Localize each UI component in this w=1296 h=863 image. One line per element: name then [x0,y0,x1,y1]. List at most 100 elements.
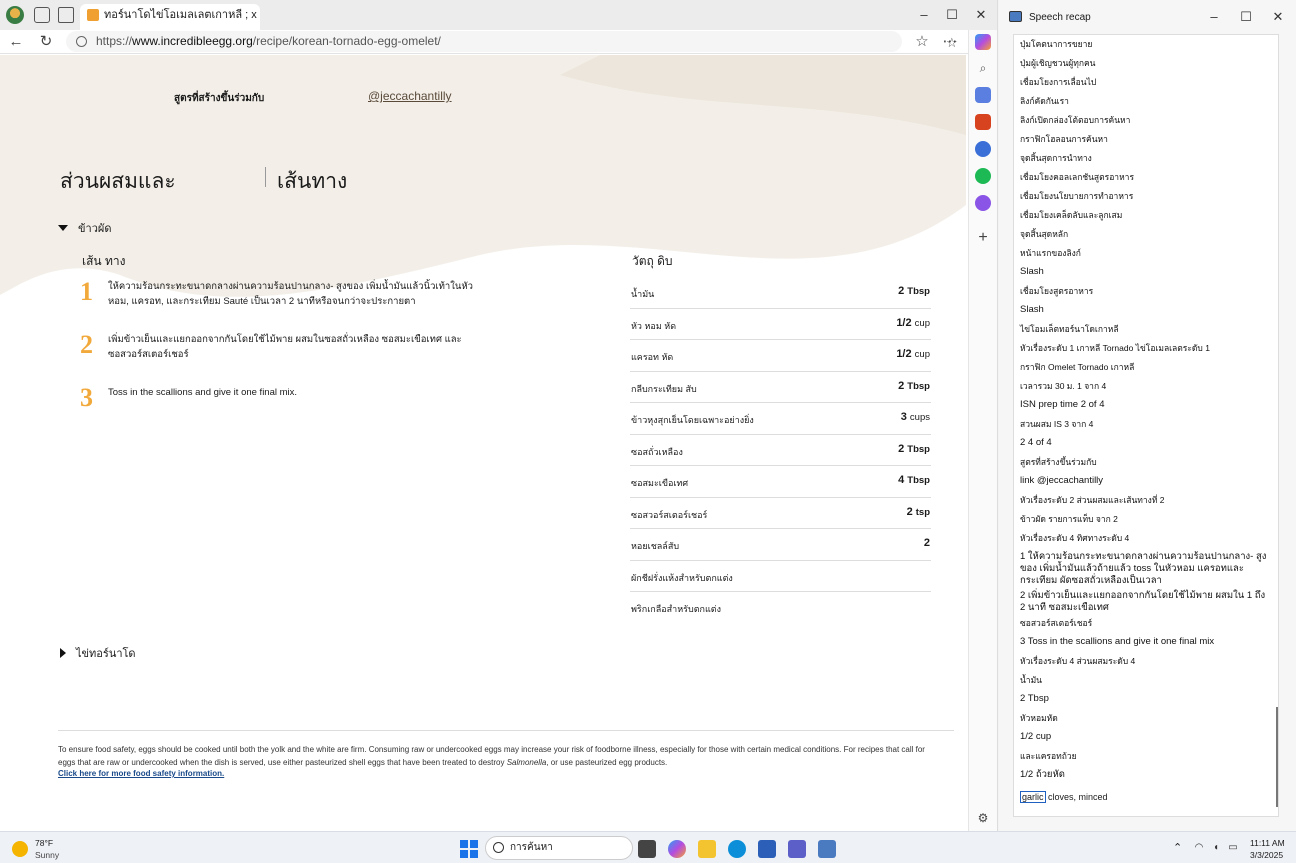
recap-scrollbar[interactable] [1276,707,1278,807]
copilot-taskbar-icon[interactable] [668,840,686,858]
webpage-content: สูตรที่สร้างขึ้นร่วมกับ @jeccachantilly … [0,55,966,831]
battery-icon[interactable]: ▭ [1227,842,1239,854]
food-safety-text-end: , or use pasteurized egg products. [546,757,668,767]
section-title: ไข่ทอร์นาโด [76,648,136,660]
file-explorer-icon[interactable] [698,840,716,858]
url-prefix: https:// [96,34,133,48]
recap-line: หัวเรื่องระดับ 1 เกาหลี Tornado ไข่โอเมล… [1020,343,1210,353]
title-bar: ทอร์นาโดไข่โอเมลเลตเกาหลี ; x + – ☐ ✕ [0,0,997,30]
ingredient-quantity: 1/2 cup [896,348,930,360]
step-text: Toss in the scallions and give it one fi… [108,387,298,398]
taskbar-search[interactable]: การค้นหา [485,836,633,860]
ingredient-qty-value: 1/2 [896,316,912,329]
recap-line: 2 Tbsp [1020,693,1049,704]
windows-start-icon[interactable] [460,840,478,858]
tab-actions-icon[interactable] [58,7,74,23]
tab-favicon-icon [87,9,99,21]
refresh-icon[interactable]: ↻ [36,32,56,52]
profile-avatar-icon[interactable] [6,6,24,24]
weather-temperature[interactable]: 78°F [35,838,53,848]
search-icon[interactable]: ⌕ [975,60,991,76]
wifi-icon[interactable]: ◠ [1193,842,1205,854]
recap-line: 1 ให้ความร้อนกระทะขนาดกลางผ่านความร้อนปา… [1020,551,1267,586]
weather-sun-icon[interactable] [12,841,28,857]
tray-chevron-up-icon[interactable]: ⌃ [1173,841,1182,854]
ingredient-qty-value: 2 [898,285,905,297]
ingredient-row: ซอสถั่วเหลือง 2 Tbsp [630,435,931,466]
volume-icon[interactable]: ◖ [1210,842,1222,854]
taskbar-search-text: การค้นหา [510,842,553,853]
maximize-icon[interactable]: ☐ [943,6,961,24]
ingredient-qty-value: 4 [898,474,905,486]
clock-time[interactable]: 11:11 AM [1250,838,1285,848]
ingredient-name: ซอสมะเขือเทศ [631,478,689,488]
recap-line: 2 4 of 4 [1020,437,1052,448]
clock-date[interactable]: 3/3/2025 [1250,850,1283,860]
ingredient-qty-value: 1/2 [896,348,912,360]
recap-line: Slash [1020,266,1044,277]
sidebar-settings-gear-icon[interactable]: ⚙ [975,810,991,826]
recap-line: หัวเรื่องระดับ 2 ส่วนผสมและเส้นทางที่ 2 [1020,495,1165,505]
edge-sidebar: ⌕ + ⚙ [968,30,997,831]
ingredient-name: ซอสวอร์สเตอร์เชอร์ [631,509,708,520]
url-path: /recipe/korean-tornado-egg-omelet/ [252,34,441,48]
ingredient-qty-value: 2 [898,379,905,392]
ingredient-unit: Tbsp [907,475,930,486]
address-bar[interactable]: https://www.incredibleegg.org/recipe/kor… [66,31,958,52]
navigation-bar: ← ↻ https://www.incredibleegg.org/recipe… [0,30,997,54]
messenger-icon[interactable] [975,195,991,211]
close-icon[interactable]: ✕ [972,6,990,24]
store-icon[interactable] [758,840,776,858]
edge-browser-icon[interactable] [728,840,746,858]
recap-line: หัวเรื่องระดับ 4 ทิศทางระดับ 4 [1020,533,1130,543]
recap-line: ปุ่มโคตนาการขยาย [1020,39,1093,49]
section-toggle-tornado-egg[interactable]: ไข่ทอร์นาโด [58,644,136,662]
ingredient-name: น้ำมัน [631,289,655,299]
back-arrow-icon[interactable]: ← [6,32,26,52]
ingredient-quantity: 2 tsp [907,506,930,518]
contributor-label: สูตรที่สร้างขึ้นร่วมกับ [174,93,265,104]
more-options-icon[interactable]: ⋯ [940,32,960,52]
recap-line: หัวเรื่องระดับ 4 ส่วนผสมระดับ 4 [1020,656,1136,666]
spotify-icon[interactable] [975,168,991,184]
ingredient-quantity: 1/2 cup [896,317,930,329]
ingredient-unit: cup [914,349,930,360]
recap-minimize-icon[interactable]: – [1205,8,1223,26]
copilot-icon[interactable] [975,34,991,50]
recap-line: เวลารวม 30 ม. 1 จาก 4 [1020,381,1107,391]
recap-line: เชื่อมโยงการเลื่อนไป [1020,77,1097,87]
section-toggle-fried-rice[interactable]: ข้าวผัด [58,219,111,237]
ingredient-quantity: 2 [924,537,930,549]
food-safety-link[interactable]: Click here for more food safety informat… [58,769,224,778]
shopping-icon[interactable] [975,114,991,130]
weather-description[interactable]: Sunny [35,850,59,860]
search-icon [493,842,504,853]
minimize-icon[interactable]: – [915,6,933,24]
collections-icon[interactable] [975,87,991,103]
contributor-link[interactable]: @jeccachantilly [368,89,452,103]
ingredient-name: หอยเชลล์สับ [631,541,680,551]
speech-recap-taskbar-icon[interactable] [818,840,836,858]
recap-line: เชื่อมโยงนโยบายการทำอาหาร [1020,191,1134,201]
site-info-icon[interactable] [76,36,87,47]
tab-directions[interactable]: เส้นทาง [277,165,347,198]
ingredient-name: หัว หอม หัด [631,320,677,331]
ingredient-quantity: 2 Tbsp [898,380,930,392]
task-view-icon[interactable] [638,840,656,858]
speech-recap-transcript[interactable]: ปุ่มโคตนาการขยาย ปุ่มผู้เชิญชวนผู้ทุกคน เช… [1013,34,1279,817]
workspaces-icon[interactable] [34,7,50,23]
teams-icon[interactable] [788,840,806,858]
direction-step: 1 ให้ความร้อนกระทะขนาดกลางผ่านความร้อนปา… [80,277,480,317]
add-app-icon[interactable]: + [975,230,991,246]
recap-line: 3 Toss in the scallions and give it one … [1020,636,1215,647]
recap-maximize-icon[interactable]: ☐ [1237,8,1255,26]
ingredient-row: ผักชีฝรั่งแห้งสำหรับตกแต่ง [630,561,931,592]
recap-line: สวนผสม IS 3 จาก 4 [1020,419,1094,429]
ingredient-unit: Tbsp [907,380,930,392]
outlook-icon[interactable] [975,141,991,157]
browser-tab[interactable]: ทอร์นาโดไข่โอเมลเลตเกาหลี ; x + [80,4,260,30]
tab-ingredients[interactable]: ส่วนผสมและ [60,165,176,198]
recap-close-icon[interactable]: ✕ [1269,8,1287,26]
recap-line: หัวหอมหัด [1020,713,1058,723]
favorites-icon[interactable]: ☆ [912,32,932,52]
